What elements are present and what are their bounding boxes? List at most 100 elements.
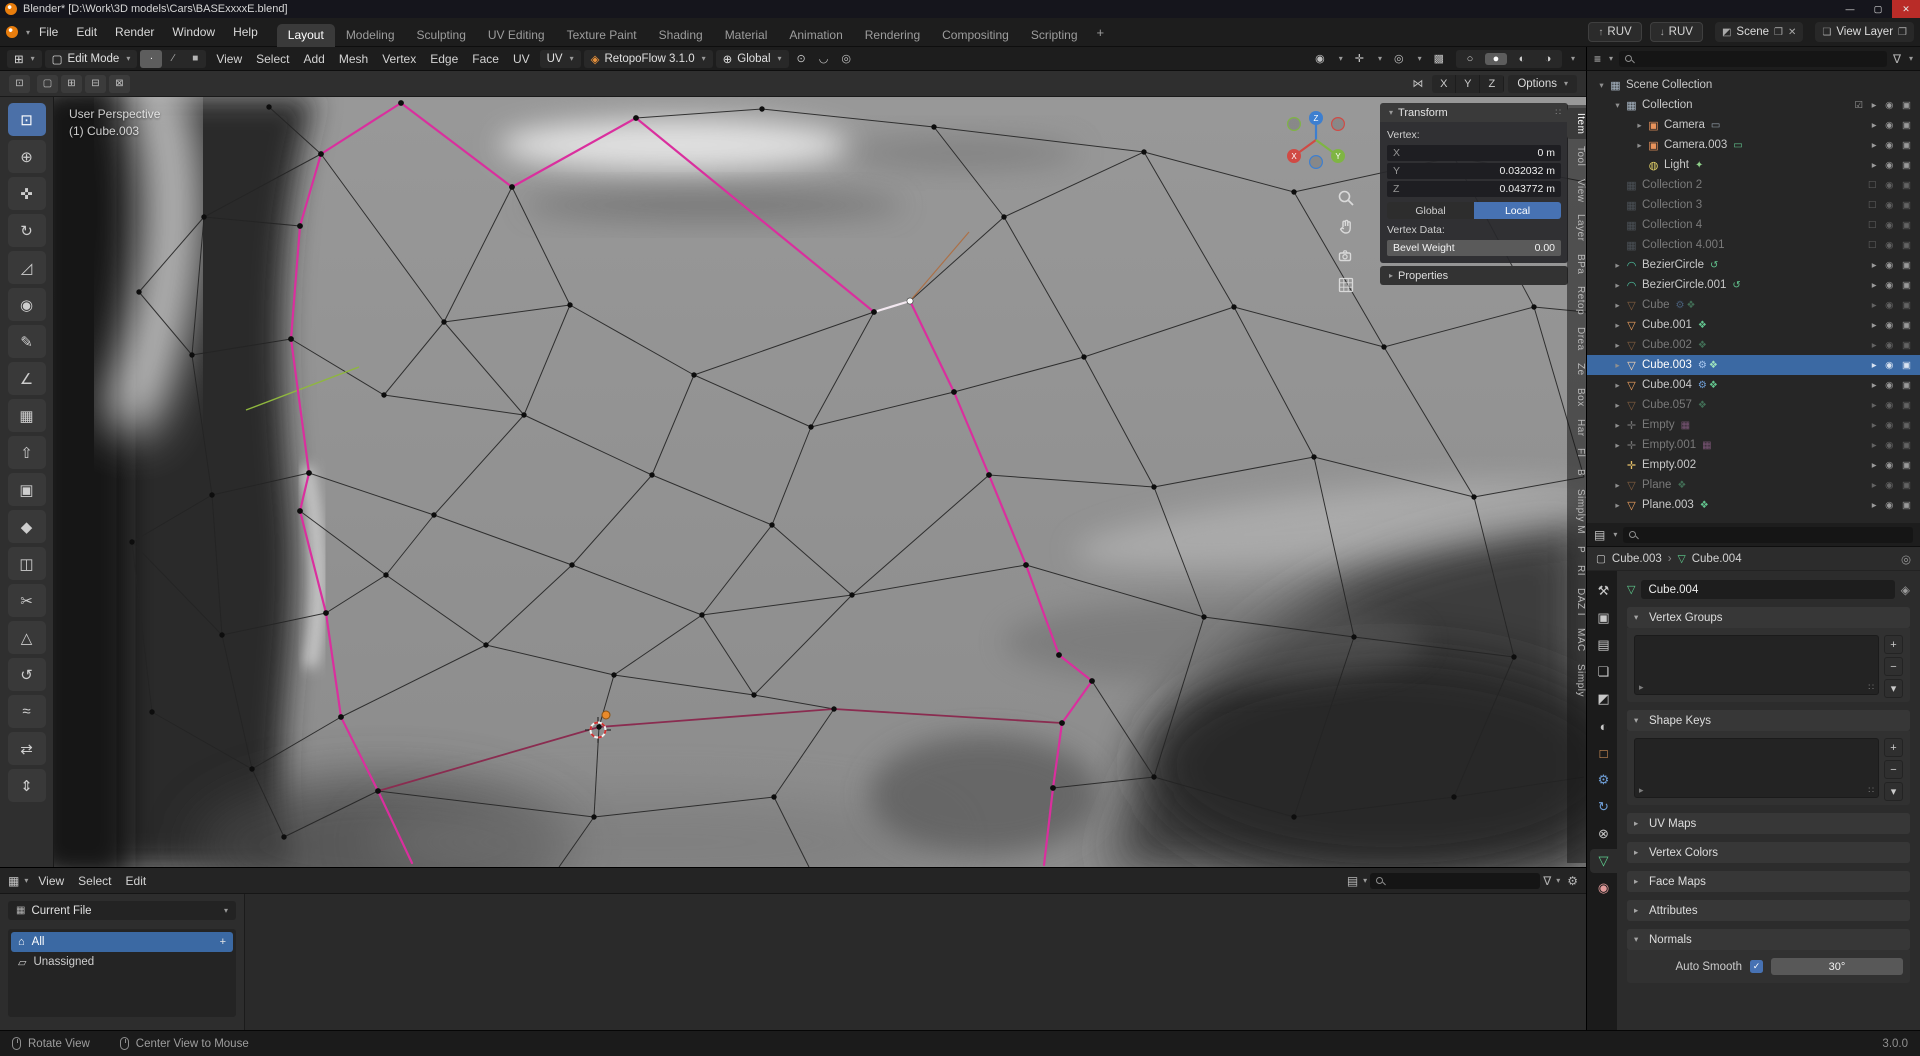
viewport[interactable]: User Perspective (1) Cube.003 Z X Y (54, 97, 1586, 867)
tool-button[interactable]: ✂ (8, 584, 46, 617)
orientation-dropdown[interactable]: ⊕ Global ▾ (716, 50, 789, 68)
asset-catalog-row[interactable]: ⌂ All + (11, 932, 233, 952)
properties-editor-icon[interactable]: ▤ (1594, 528, 1605, 542)
overlays-toggle-icon[interactable]: ◎ (1389, 52, 1409, 65)
vertex-groups-panel-header[interactable]: ▾ Vertex Groups (1627, 607, 1910, 628)
n-panel-tab[interactable]: Layer (1567, 209, 1586, 247)
n-panel-tab[interactable]: Drea (1567, 322, 1586, 356)
expander-icon[interactable]: ▸ (1611, 480, 1624, 491)
view-layer-selector[interactable]: ❏ View Layer ❐ (1815, 22, 1914, 42)
filter-icon[interactable]: ∇ (1893, 52, 1901, 66)
add-shape-key-button[interactable]: + (1884, 738, 1903, 757)
vertex-group-specials-button[interactable]: ▾ (1884, 679, 1903, 698)
select-mode-button[interactable]: ■ (184, 50, 206, 68)
properties-tab[interactable]: ⚙ (1590, 768, 1617, 792)
vertex-coordinate-field[interactable]: X0 m (1387, 145, 1561, 161)
tool-button[interactable]: ◿ (8, 251, 46, 284)
properties-search[interactable] (1623, 527, 1913, 543)
show-object-types-icon[interactable]: ◉ (1310, 52, 1330, 65)
shape-key-specials-button[interactable]: ▾ (1884, 782, 1903, 801)
vertex-groups-list[interactable]: ▸ ∷ (1634, 635, 1879, 695)
asset-search[interactable] (1370, 873, 1540, 889)
row-visibility-icons[interactable]: ▸ ◉ ▣ (1872, 260, 1914, 271)
viewport-canvas[interactable] (54, 97, 1586, 867)
row-visibility-icons[interactable]: ▸ ◉ ▣ (1872, 280, 1914, 291)
tool-button[interactable]: ↺ (8, 658, 46, 691)
outliner-row[interactable]: ▸ ✛ Empty ▦ ▸ ◉ ▣ (1587, 415, 1920, 435)
workspace-tab[interactable]: Rendering (854, 24, 931, 47)
row-visibility-icons[interactable]: ▸ ◉ ▣ (1872, 460, 1914, 471)
collapsed-panel-header[interactable]: ▸ Vertex Colors (1627, 842, 1910, 863)
properties-tab[interactable]: ⊗ (1590, 822, 1617, 846)
expander-icon[interactable]: ▸ (1611, 260, 1624, 271)
select-mode-button[interactable]: ∕ (162, 50, 184, 68)
workspace-tab[interactable]: Layout (277, 24, 335, 47)
properties-tab[interactable]: ◉ (1590, 876, 1617, 900)
properties-tab[interactable]: ◩ (1590, 687, 1617, 711)
data-name-field[interactable]: Cube.004 (1641, 580, 1894, 599)
outliner-row[interactable]: ▸ ✛ Empty.001 ▦ ▸ ◉ ▣ (1587, 435, 1920, 455)
mode-dropdown[interactable]: ▢ Edit Mode ▾ (45, 50, 138, 68)
tool-button[interactable]: ⊡ (8, 103, 46, 136)
n-panel-tab[interactable]: Fl (1567, 443, 1586, 462)
workspace-tab[interactable]: Compositing (931, 24, 1020, 47)
topbar-menu[interactable]: Help (224, 25, 267, 39)
new-scene-icon[interactable]: ❐ (1774, 27, 1783, 38)
n-panel-tab[interactable]: MAC (1567, 623, 1586, 657)
outliner-row[interactable]: ▸ ▣ Camera.003 ▭ ▸ ◉ ▣ (1587, 135, 1920, 155)
tool-button[interactable]: ✜ (8, 177, 46, 210)
vertex-coordinate-field[interactable]: Z0.043772 m (1387, 181, 1561, 197)
add-catalog-icon[interactable]: + (220, 936, 226, 948)
workspace-tab[interactable]: Animation (778, 24, 853, 47)
n-panel-tab[interactable]: Ze (1567, 358, 1586, 381)
mirror-axis-button[interactable]: X (1432, 75, 1456, 93)
outliner-row[interactable]: ▾ ▦ Scene Collection (1587, 75, 1920, 95)
navigation-gizmo[interactable]: Z X Y (1281, 105, 1351, 175)
n-panel-tab[interactable]: BPa (1567, 249, 1586, 279)
expander-icon[interactable]: ▸ (1611, 320, 1624, 331)
select-preset-button[interactable]: ⊞ (61, 75, 82, 93)
select-preset-button[interactable]: ▢ (37, 75, 58, 93)
properties-tab[interactable]: ◐ (1590, 714, 1617, 738)
viewport-menu[interactable]: Add (296, 52, 331, 66)
new-view-layer-icon[interactable]: ❐ (1898, 27, 1907, 38)
asset-menu[interactable]: View (31, 874, 71, 888)
ruv-button[interactable]: ↑ RUV (1588, 22, 1641, 42)
workspace-tab[interactable]: Sculpting (406, 24, 477, 47)
expander-icon[interactable]: ▸ (1611, 340, 1624, 351)
tool-button[interactable]: ≈ (8, 695, 46, 728)
outliner-row[interactable]: ▸ ▽ Plane ❖ ▸ ◉ ▣ (1587, 475, 1920, 495)
tool-button[interactable]: ⇧ (8, 436, 46, 469)
gizmos-toggle-icon[interactable]: ✛ (1350, 52, 1369, 65)
mirror-axis-button[interactable]: Y (1456, 75, 1480, 93)
row-visibility-icons[interactable]: ▸ ◉ ▣ (1872, 360, 1914, 371)
row-visibility-icons[interactable]: ☐ ◉ ▣ (1868, 240, 1914, 251)
tool-button[interactable]: ◉ (8, 288, 46, 321)
filter-icon[interactable]: ∇ (1543, 874, 1551, 888)
editor-type-button[interactable]: ⊞ ▾ (7, 50, 42, 68)
auto-smooth-checkbox[interactable]: ✓ (1750, 960, 1763, 973)
close-button[interactable]: ✕ (1892, 0, 1920, 18)
maximize-button[interactable]: ▢ (1864, 0, 1892, 18)
expander-icon[interactable]: ▸ (1611, 420, 1624, 431)
resize-grip-icon[interactable]: ∷ (1868, 682, 1874, 693)
pan-hand-icon[interactable] (1337, 218, 1355, 236)
n-panel-tab[interactable]: RI (1567, 560, 1586, 581)
row-visibility-icons[interactable]: ▸ ◉ ▣ (1872, 480, 1914, 491)
expander-icon[interactable]: ▸ (1611, 400, 1624, 411)
row-visibility-icons[interactable]: ☐ ◉ ▣ (1868, 200, 1914, 211)
outliner-search[interactable] (1619, 51, 1887, 67)
workspace-tab[interactable]: Modeling (335, 24, 406, 47)
ortho-grid-icon[interactable] (1337, 276, 1355, 294)
n-panel-tab[interactable]: B (1567, 464, 1586, 481)
row-visibility-icons[interactable]: ☑ ▸ ◉ ▣ (1855, 100, 1914, 111)
outliner-row[interactable]: ▸ ◠ BezierCircle ↺ ▸ ◉ ▣ (1587, 255, 1920, 275)
shape-keys-list[interactable]: ▸ ∷ (1634, 738, 1879, 798)
resize-grip-icon[interactable]: ∷ (1868, 785, 1874, 796)
snap-magnet-icon[interactable]: ◡ (814, 52, 834, 65)
tool-button[interactable]: ◆ (8, 510, 46, 543)
workspace-tab[interactable]: Scripting (1020, 24, 1089, 47)
filter-expand-icon[interactable]: ▸ (1639, 785, 1644, 796)
workspace-tab[interactable]: Shading (648, 24, 714, 47)
options-button[interactable]: Options▾ (1508, 75, 1577, 93)
